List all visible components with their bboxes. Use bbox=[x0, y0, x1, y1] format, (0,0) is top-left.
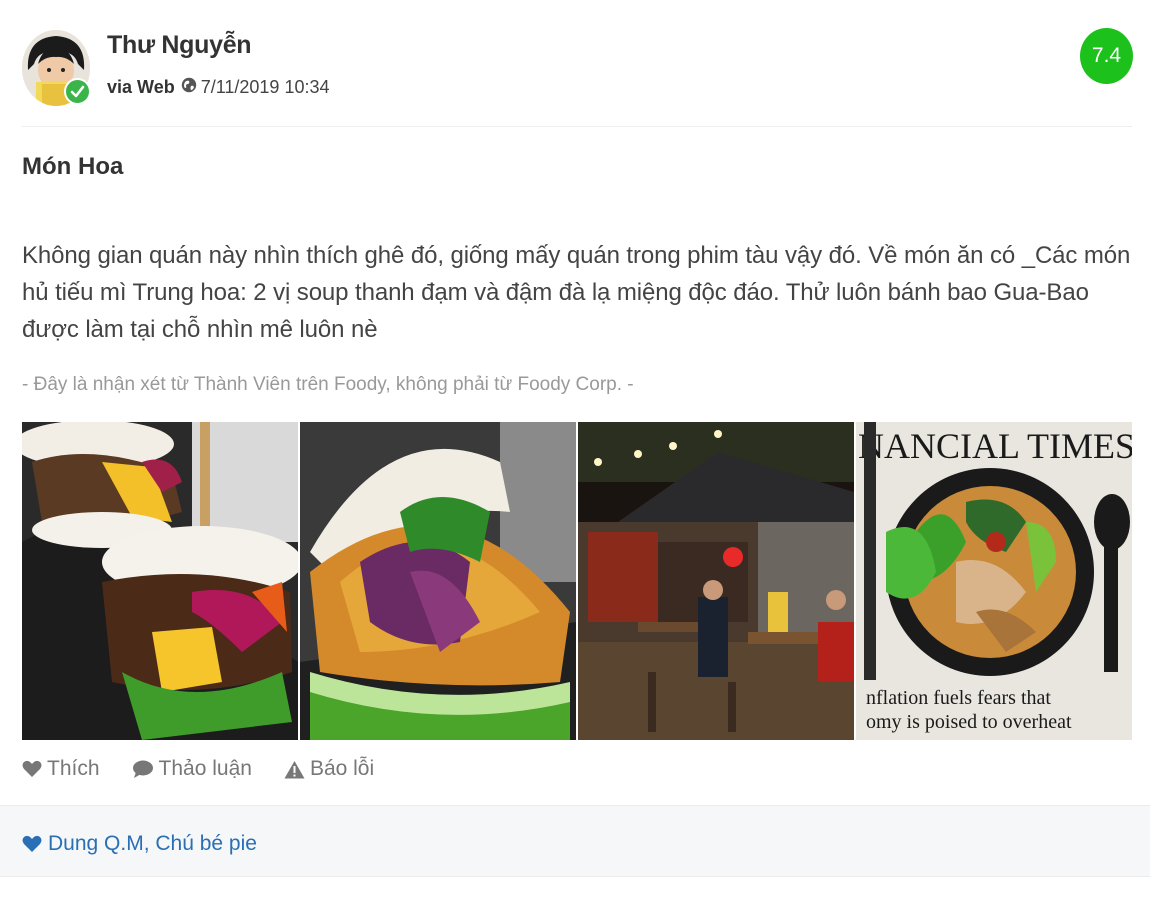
report-label: Báo lỗi bbox=[309, 757, 375, 780]
likes-bar: Dung Q.M, Chú bé pie bbox=[0, 805, 1150, 877]
via-label: via Web bbox=[107, 77, 175, 97]
photo-restaurant-night[interactable] bbox=[578, 422, 854, 740]
check-icon bbox=[70, 85, 85, 98]
globe-icon bbox=[181, 77, 197, 98]
user-name[interactable]: Thư Nguyễn bbox=[107, 31, 252, 60]
like-button[interactable]: Thích bbox=[22, 757, 100, 781]
warning-icon bbox=[284, 760, 305, 778]
like-label: Thích bbox=[47, 757, 100, 780]
report-button[interactable]: Báo lỗi bbox=[284, 757, 374, 781]
review-actions: Thích Thảo luận Báo lỗi bbox=[22, 754, 406, 784]
newspaper-line-2: omy is poised to overheat bbox=[866, 711, 1072, 733]
review-header: Thư Nguyễn via Web 7/11/2019 10:34 7.4 bbox=[0, 0, 1150, 126]
photo-gua-bao-2[interactable] bbox=[300, 422, 576, 740]
verified-badge bbox=[64, 78, 91, 105]
post-meta: via Web 7/11/2019 10:34 bbox=[107, 77, 330, 98]
review-title[interactable]: Món Hoa bbox=[22, 153, 123, 181]
heart-icon bbox=[22, 835, 42, 852]
photo-gua-bao-1[interactable] bbox=[22, 422, 298, 740]
newspaper-line-1: nflation fuels fears that bbox=[866, 687, 1051, 709]
heart-icon bbox=[22, 760, 42, 777]
review-disclaimer: - Đây là nhận xét từ Thành Viên trên Foo… bbox=[22, 374, 634, 395]
review-text: Không gian quán này nhìn thích ghê đó, g… bbox=[22, 242, 1131, 343]
discuss-button[interactable]: Thảo luận bbox=[132, 757, 252, 781]
review-card: Thư Nguyễn via Web 7/11/2019 10:34 7.4 M… bbox=[0, 0, 1150, 900]
comment-icon bbox=[132, 760, 153, 778]
score-badge: 7.4 bbox=[1080, 28, 1133, 84]
header-divider bbox=[22, 126, 1132, 127]
post-date: 7/11/2019 10:34 bbox=[200, 77, 330, 97]
photo-gallery: NANCIAL TIMES nflation fuels fears that … bbox=[22, 422, 1132, 740]
photo-noodle-bowl[interactable]: NANCIAL TIMES nflation fuels fears that … bbox=[856, 422, 1132, 740]
likes-list[interactable]: Dung Q.M, Chú bé pie bbox=[22, 832, 257, 856]
likes-names[interactable]: Dung Q.M, Chú bé pie bbox=[48, 832, 257, 856]
newspaper-headline: NANCIAL TIMES bbox=[858, 426, 1132, 466]
discuss-label: Thảo luận bbox=[158, 757, 252, 780]
